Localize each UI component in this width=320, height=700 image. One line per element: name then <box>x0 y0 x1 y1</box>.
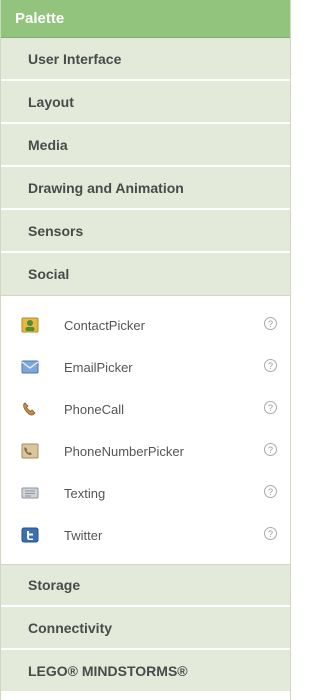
category-label: Storage <box>28 577 81 593</box>
palette-title: Palette <box>1 0 290 38</box>
category-label: LEGO® MINDSTORMS® <box>28 662 188 679</box>
component-label: PhoneCall <box>64 401 124 417</box>
category-drawing-and-animation[interactable]: Drawing and Animation <box>1 167 290 210</box>
help-icon[interactable]: ? <box>264 485 277 498</box>
component-contact-picker[interactable]: ContactPicker ? <box>1 304 290 346</box>
contact-picker-icon <box>21 317 39 333</box>
category-label: Connectivity <box>28 619 113 636</box>
help-icon[interactable]: ? <box>264 317 277 330</box>
category-storage[interactable]: Storage <box>1 564 290 607</box>
help-icon[interactable]: ? <box>264 401 277 414</box>
twitter-icon <box>21 527 39 543</box>
category-connectivity[interactable]: Connectivity <box>1 607 290 650</box>
category-label: Sensors <box>28 222 84 239</box>
component-phone-number-picker[interactable]: PhoneNumberPicker ? <box>1 430 290 472</box>
help-icon[interactable]: ? <box>264 443 277 456</box>
texting-icon <box>21 487 39 499</box>
component-label: EmailPicker <box>64 359 133 375</box>
component-email-picker[interactable]: EmailPicker ? <box>1 346 290 388</box>
category-label: Media <box>28 136 68 153</box>
component-phone-call[interactable]: PhoneCall ? <box>1 388 290 430</box>
category-media[interactable]: Media <box>1 124 290 167</box>
component-label: PhoneNumberPicker <box>64 443 184 459</box>
email-picker-icon <box>21 360 39 374</box>
component-twitter[interactable]: Twitter ? <box>1 514 290 556</box>
phone-number-picker-icon <box>21 443 39 459</box>
category-layout[interactable]: Layout <box>1 81 290 124</box>
category-social[interactable]: Social <box>1 253 290 296</box>
category-lego-mindstorms[interactable]: LEGO® MINDSTORMS® <box>1 650 290 693</box>
category-label: Layout <box>28 93 74 110</box>
category-label: Drawing and Animation <box>28 179 184 196</box>
component-label: Twitter <box>64 527 103 543</box>
category-sensors[interactable]: Sensors <box>1 210 290 253</box>
component-label: Texting <box>64 485 106 501</box>
component-label: ContactPicker <box>64 317 145 333</box>
category-user-interface[interactable]: User Interface <box>1 38 290 81</box>
category-label: User Interface <box>28 50 122 67</box>
phone-call-icon <box>23 402 36 416</box>
social-components-list: ContactPicker ? EmailPicker ? PhoneCall … <box>1 296 290 564</box>
category-label: Social <box>28 266 70 282</box>
help-icon[interactable]: ? <box>264 527 277 540</box>
help-icon[interactable]: ? <box>264 359 277 372</box>
component-texting[interactable]: Texting ? <box>1 472 290 514</box>
palette-panel: Palette User Interface Layout Media Draw… <box>0 0 291 700</box>
